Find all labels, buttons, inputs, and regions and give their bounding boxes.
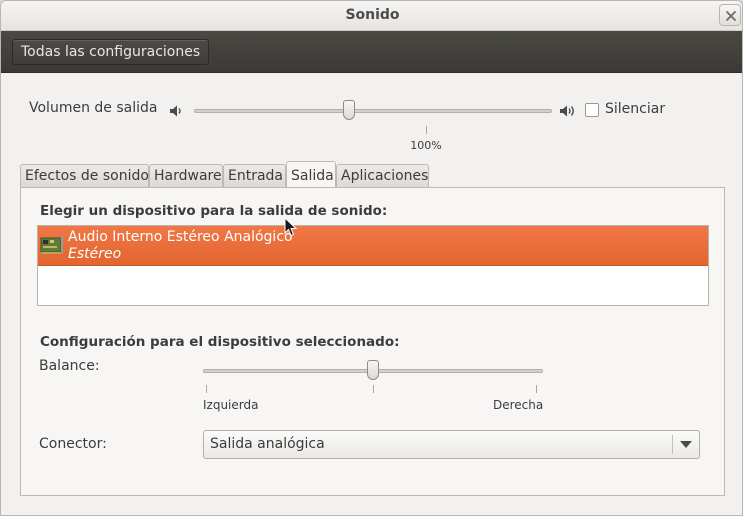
mute-label[interactable]: Silenciar	[605, 101, 665, 117]
sound-settings-window: Sonido Todas las configuraciones Volumen…	[0, 0, 743, 516]
output-volume-label: Volumen de salida	[29, 100, 158, 116]
balance-slider-thumb[interactable]	[367, 360, 379, 380]
title-bar: Sonido	[1, 1, 742, 31]
all-settings-button[interactable]: Todas las configuraciones	[12, 39, 210, 65]
sound-card-icon	[40, 236, 63, 254]
balance-left-label: Izquierda	[203, 398, 259, 412]
connector-value: Salida analógica	[210, 436, 325, 452]
output-device-list[interactable]: Audio Interno Estéreo Analógico Estéreo	[37, 225, 709, 306]
balance-center-tick	[373, 385, 374, 393]
output-volume-slider[interactable]	[194, 109, 552, 113]
mouse-pointer-icon	[284, 217, 298, 237]
balance-right-tick	[536, 385, 537, 393]
tab-applications[interactable]: Aplicaciones	[336, 164, 429, 188]
speaker-high-icon	[560, 105, 574, 117]
mute-checkbox[interactable]	[585, 103, 599, 117]
chevron-down-icon	[680, 441, 692, 448]
close-button[interactable]	[719, 4, 741, 26]
tab-sound-effects[interactable]: Efectos de sonido	[20, 164, 149, 188]
selected-device-heading: Configuración para el dispositivo selecc…	[40, 334, 400, 350]
device-name: Audio Interno Estéreo Analógico	[68, 229, 293, 245]
close-icon	[726, 11, 736, 21]
window-title: Sonido	[345, 7, 400, 23]
balance-label: Balance:	[39, 358, 100, 374]
tab-input[interactable]: Entrada	[223, 164, 286, 188]
tab-hardware[interactable]: Hardware	[149, 164, 223, 188]
speaker-low-icon	[170, 105, 181, 117]
balance-left-tick	[206, 385, 207, 393]
volume-100-mark: 100%	[410, 139, 442, 152]
toolbar: Todas las configuraciones	[1, 31, 742, 73]
device-row-selected[interactable]: Audio Interno Estéreo Analógico Estéreo	[38, 226, 708, 266]
connector-dropdown[interactable]: Salida analógica	[203, 430, 700, 459]
balance-right-label: Derecha	[493, 398, 544, 412]
dropdown-divider	[672, 435, 673, 454]
output-volume-slider-thumb[interactable]	[343, 100, 355, 120]
volume-100-tick	[426, 126, 427, 134]
tab-output[interactable]: Salida	[286, 161, 336, 189]
connector-label: Conector:	[39, 436, 107, 452]
choose-device-heading: Elegir un dispositivo para la salida de …	[40, 203, 388, 219]
device-profile: Estéreo	[68, 246, 122, 262]
